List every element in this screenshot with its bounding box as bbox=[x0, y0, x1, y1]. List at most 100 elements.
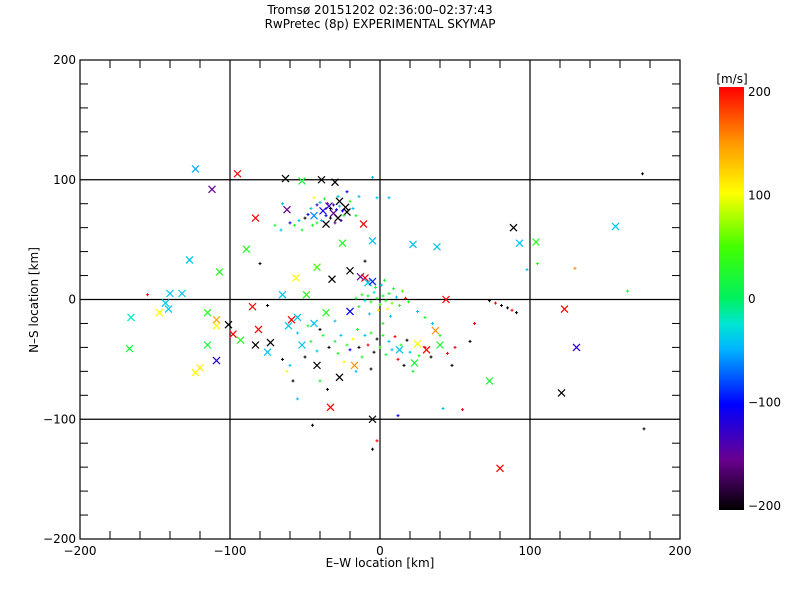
x-marker bbox=[283, 205, 291, 214]
plus-marker bbox=[386, 307, 389, 311]
plus-marker bbox=[381, 333, 385, 337]
x-marker bbox=[326, 403, 335, 412]
plus-marker bbox=[642, 427, 646, 431]
y-axis-label: N–S location [km] bbox=[27, 247, 41, 353]
plus-marker bbox=[354, 369, 358, 373]
plus-marker bbox=[296, 397, 299, 401]
plus-marker bbox=[390, 301, 394, 305]
plus-marker bbox=[348, 348, 352, 352]
x-marker bbox=[515, 239, 524, 248]
x-marker bbox=[251, 341, 260, 349]
y-tick-label: −200 bbox=[43, 532, 76, 546]
plus-marker bbox=[320, 218, 323, 222]
plus-marker bbox=[438, 333, 442, 337]
y-tick-label: 200 bbox=[53, 53, 76, 67]
plus-marker bbox=[431, 321, 434, 325]
x-marker bbox=[278, 290, 287, 299]
x-marker bbox=[350, 361, 359, 370]
plus-marker bbox=[360, 355, 364, 359]
plus-marker bbox=[266, 303, 269, 307]
plus-marker bbox=[296, 331, 299, 335]
plus-marker bbox=[326, 387, 329, 391]
plus-marker bbox=[371, 447, 374, 451]
plus-marker bbox=[461, 408, 464, 412]
plus-marker bbox=[303, 216, 307, 220]
plus-marker bbox=[281, 202, 284, 206]
colorbar-tick-label: −100 bbox=[748, 396, 781, 410]
plus-marker bbox=[323, 197, 326, 201]
plus-marker bbox=[258, 262, 262, 266]
plus-marker bbox=[381, 321, 385, 325]
skymap-chart: Tromsø 20151202 02:36:00–02:37:43 RwPret… bbox=[27, 3, 781, 570]
plus-marker bbox=[333, 221, 337, 225]
plus-marker bbox=[378, 302, 382, 306]
plus-marker bbox=[375, 196, 379, 200]
plus-marker bbox=[389, 314, 392, 318]
plus-marker bbox=[339, 333, 343, 337]
plus-marker bbox=[315, 221, 319, 225]
x-marker bbox=[431, 326, 440, 335]
plus-marker bbox=[399, 343, 403, 347]
plus-marker bbox=[423, 315, 427, 319]
plus-marker bbox=[342, 360, 346, 364]
x-marker bbox=[208, 185, 216, 194]
plus-marker bbox=[306, 324, 310, 328]
plus-marker bbox=[329, 206, 332, 210]
plus-marker bbox=[279, 228, 283, 232]
x-marker bbox=[125, 344, 134, 353]
x-marker bbox=[166, 289, 174, 298]
plus-marker bbox=[515, 311, 518, 315]
plus-marker bbox=[357, 195, 361, 199]
x-marker bbox=[212, 356, 221, 365]
x-marker bbox=[292, 274, 300, 282]
plus-marker bbox=[390, 348, 394, 352]
colorbar-tick-label: −200 bbox=[748, 499, 781, 513]
plus-marker bbox=[423, 345, 427, 349]
plus-marker bbox=[398, 303, 401, 307]
x-marker bbox=[310, 319, 318, 328]
plus-marker bbox=[473, 321, 476, 325]
plus-marker bbox=[357, 345, 361, 349]
x-marker bbox=[322, 220, 330, 228]
plus-marker bbox=[324, 214, 328, 218]
plus-marker bbox=[407, 300, 410, 304]
x-marker bbox=[557, 388, 566, 397]
plus-marker bbox=[338, 204, 341, 208]
plus-marker bbox=[573, 266, 577, 270]
plus-marker bbox=[366, 294, 370, 298]
x-marker bbox=[313, 263, 321, 272]
plus-marker bbox=[326, 202, 329, 206]
x-marker bbox=[346, 307, 354, 316]
x-marker bbox=[572, 343, 581, 352]
plus-marker bbox=[351, 337, 355, 341]
plus-marker bbox=[281, 357, 284, 361]
plus-marker bbox=[411, 369, 415, 373]
plus-marker bbox=[345, 343, 349, 347]
plus-marker bbox=[273, 223, 277, 227]
y-tick-label: 100 bbox=[53, 173, 76, 187]
plus-marker bbox=[357, 305, 361, 309]
plus-marker bbox=[366, 343, 370, 347]
x-marker bbox=[203, 308, 212, 317]
x-marker bbox=[233, 169, 242, 178]
plus-marker bbox=[336, 351, 340, 355]
colorbar-tick-label: 200 bbox=[748, 85, 771, 99]
y-tick-label: −100 bbox=[43, 412, 76, 426]
plus-marker bbox=[336, 195, 340, 199]
x-marker bbox=[266, 338, 275, 347]
plus-marker bbox=[395, 295, 398, 299]
colorbar-label: [m/s] bbox=[716, 72, 747, 86]
x-marker bbox=[509, 223, 518, 232]
plus-marker bbox=[345, 190, 349, 194]
x-marker bbox=[395, 345, 404, 354]
plus-marker bbox=[369, 331, 373, 335]
x-marker bbox=[263, 348, 272, 357]
plus-marker bbox=[372, 350, 376, 354]
plus-marker bbox=[293, 223, 296, 227]
x-marker bbox=[560, 305, 569, 314]
plus-marker bbox=[494, 301, 497, 305]
x-marker bbox=[298, 177, 306, 185]
plus-marker bbox=[369, 300, 373, 304]
plus-marker bbox=[363, 259, 367, 263]
plus-marker bbox=[312, 196, 316, 200]
